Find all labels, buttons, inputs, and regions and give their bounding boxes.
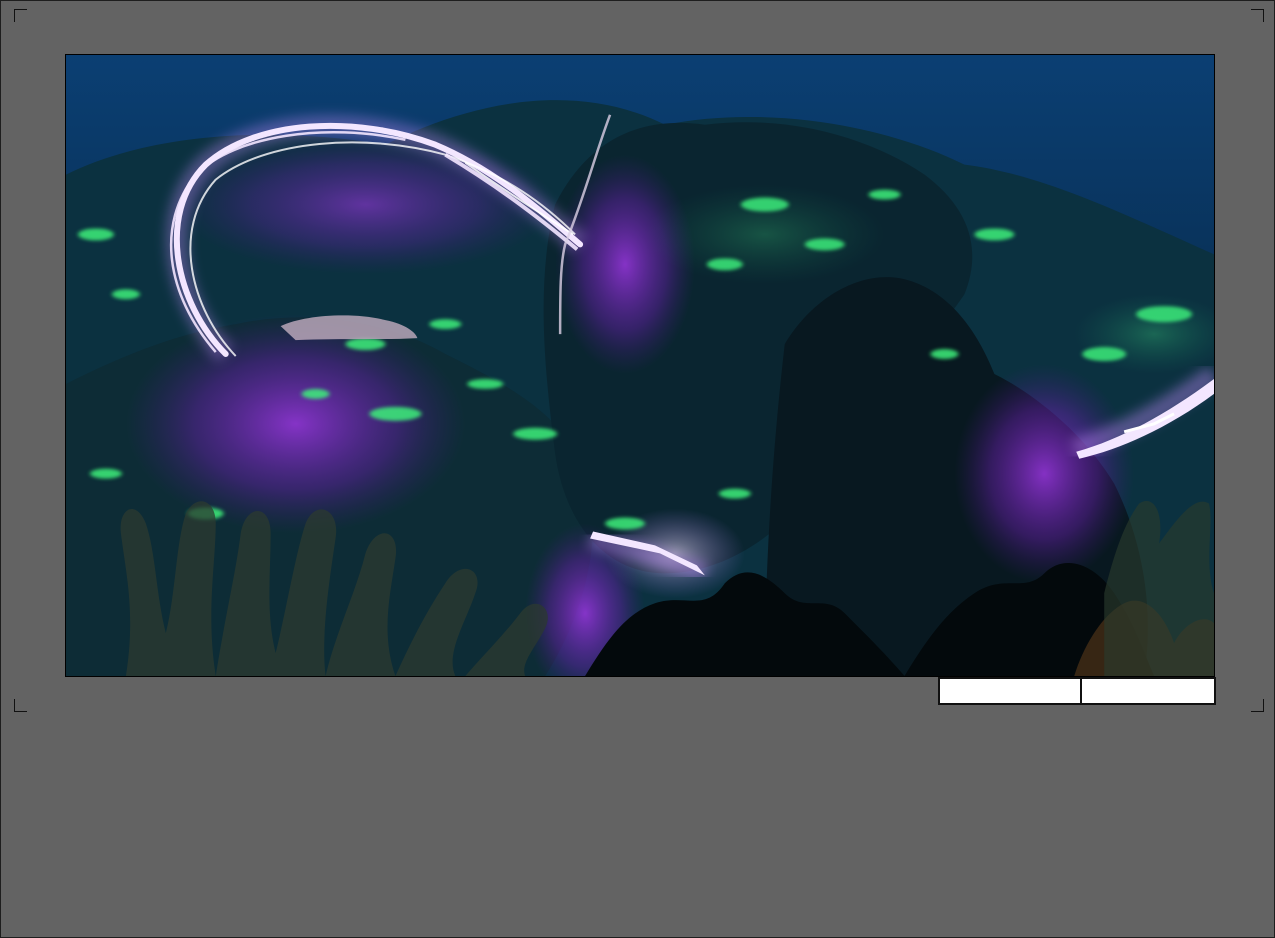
image-preview-canvas[interactable]	[65, 54, 1215, 677]
crop-mark-bottom-left	[14, 699, 27, 712]
crop-mark-bottom-right	[1251, 699, 1264, 712]
algae-glow-top	[644, 184, 885, 285]
purple-glow-right	[954, 364, 1135, 584]
purple-glow-left	[125, 314, 466, 534]
editor-window	[0, 0, 1275, 938]
crop-mark-top-right	[1251, 9, 1264, 22]
preview-field-right[interactable]	[1080, 677, 1216, 705]
reef-scene	[66, 55, 1214, 676]
preview-field-left[interactable]	[938, 677, 1082, 705]
crop-mark-top-left	[14, 9, 27, 22]
